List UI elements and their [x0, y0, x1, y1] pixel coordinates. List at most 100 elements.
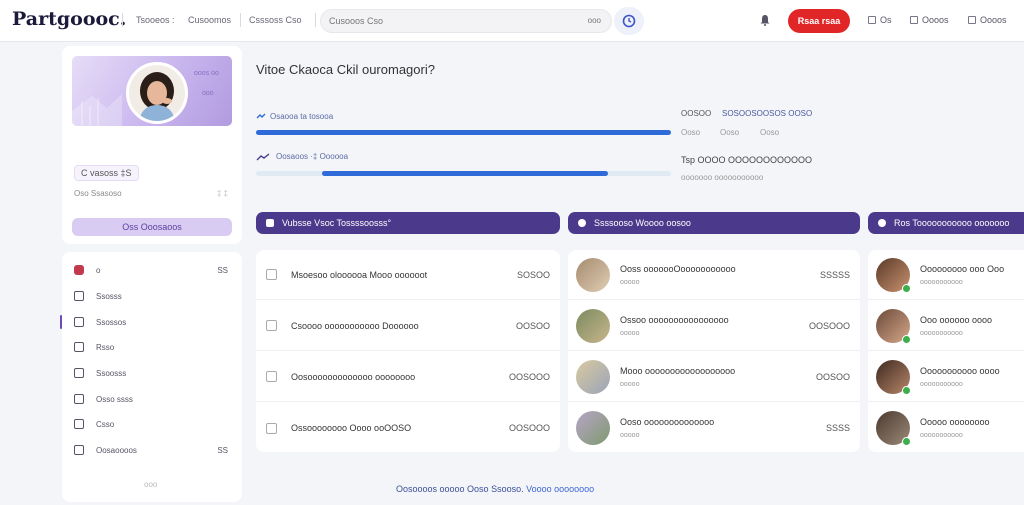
flask-icon	[266, 219, 274, 227]
progress-label-1: Osaooa ta tosooa	[270, 112, 334, 121]
table-row[interactable]: Csoooo ooooooooooo Doooooo OOSOO	[256, 301, 560, 351]
row-value: OOSOOO	[508, 371, 550, 382]
util-item-3[interactable]: Oooos	[968, 15, 1007, 25]
progress-bar-2	[256, 171, 671, 176]
item-value: SSSS	[825, 423, 850, 433]
util-label: Oooos	[980, 15, 1007, 25]
item-title: Ooss ooooooOooooooooooo	[620, 263, 736, 274]
online-status-dot	[902, 334, 911, 344]
nav-link-3[interactable]: Csssoss Cso	[249, 15, 302, 25]
footer-link[interactable]: Voooo oooooooo	[526, 484, 594, 494]
row-value: OOSOOO	[508, 423, 550, 433]
row-checkbox[interactable]	[266, 371, 277, 382]
sidebar-item-label: Ssosss	[96, 291, 122, 301]
stats-line-1b[interactable]: SOSOOSOOSOS OOSO	[722, 109, 812, 118]
item-value: OOSOO	[815, 371, 850, 382]
timer-button[interactable]	[614, 7, 644, 35]
progress-fill-2	[322, 171, 608, 176]
sidebar-item-2[interactable]: Ssosss	[74, 287, 234, 305]
sidebar-item-label: o	[96, 265, 101, 275]
nav-link-2[interactable]: Cusoomos	[188, 15, 231, 25]
sidebar-item-7[interactable]: Csso	[74, 415, 234, 433]
stats-tag-1: Ooso	[681, 128, 701, 137]
item-title: Mooo oooooooooooooooooo	[620, 365, 736, 376]
row-checkbox[interactable]	[266, 320, 277, 331]
column-header-activity[interactable]: Ssssooso Woooo oosoo	[568, 212, 860, 234]
top-bar: Partgoooc. Tsooeos : Cusoomos Csssoss Cs…	[0, 0, 1024, 42]
table-row[interactable]: Msoesoo oloooooa Mooo oooooot SOSOO	[256, 250, 560, 300]
column-title: Ssssooso Woooo oosoo	[594, 218, 691, 228]
list-item[interactable]: Ooso oooooooooooooo ooooo SSSS	[568, 403, 860, 453]
sidebar-item-6[interactable]: Osso ssss	[74, 390, 234, 408]
member-name: Ooooooooo ooo Ooo	[920, 263, 1005, 274]
column-title: Vubsse Vsoc Tossssoosss°	[282, 218, 392, 228]
sidebar-item-4[interactable]: Rsso	[74, 338, 234, 356]
progress-fill-1	[256, 130, 671, 135]
settings-icon	[74, 317, 84, 327]
folder-icon	[74, 419, 84, 429]
list-item[interactable]: Ossoo oooooooooooooooo ooooo OOSOOO	[568, 301, 860, 351]
profile-banner: ooos oo ooo	[72, 56, 232, 126]
search-input[interactable]	[329, 16, 549, 26]
util-label: Os	[880, 15, 892, 25]
profile-subtitle-right: ‡ ‡	[216, 189, 228, 198]
calendar-icon	[74, 394, 84, 404]
page-title: Vitoe Ckaoca Ckil ouromagori?	[256, 62, 435, 77]
table-row[interactable]: Ossoooooooo Oooo ooOOSO OOSOOO	[256, 403, 560, 453]
chart-icon	[74, 445, 84, 455]
row-checkbox[interactable]	[266, 269, 277, 280]
member-avatar	[876, 308, 911, 344]
row-text: Ossoooooooo Oooo ooOOSO	[291, 423, 412, 433]
member-avatar	[876, 411, 911, 446]
primary-cta-button[interactable]: Rsaa rsaa	[788, 9, 850, 33]
list-item[interactable]: Ooss ooooooOooooooooooo ooooo SSSSS	[568, 250, 860, 300]
online-status-dot	[902, 437, 911, 446]
footer-text: Oosoooos ooooo Ooso Ssooso. Voooo oooooo…	[396, 484, 594, 494]
member-role: ooooooooooo	[920, 380, 963, 388]
row-value: SOSOO	[516, 269, 550, 280]
table-row[interactable]: Oosooooooooooooo oooooooo OOSOOO	[256, 352, 560, 402]
member-avatar	[876, 257, 911, 293]
sidebar-item-count: SS	[217, 445, 228, 455]
stats-tag-2: Ooso	[720, 128, 740, 137]
search-bar[interactable]: ooo	[320, 9, 612, 33]
column-header-members[interactable]: Ros Tooooooooooo ooooooo	[868, 212, 1024, 234]
member-avatar	[876, 359, 911, 395]
home-icon	[74, 265, 84, 275]
list-item[interactable]: Mooo oooooooooooooooooo ooooo OOSOO	[568, 352, 860, 402]
profile-action-button[interactable]: Oss Ooosaoos	[72, 218, 232, 236]
util-item-2[interactable]: Oooos	[910, 15, 949, 25]
row-text: Msoesoo oloooooa Mooo oooooot	[291, 269, 428, 280]
online-status-dot	[902, 283, 911, 293]
tasks-card: Msoesoo oloooooa Mooo oooooot SOSOO Csoo…	[256, 250, 560, 452]
util-item-1[interactable]: Os	[868, 15, 892, 25]
sidebar-item-5[interactable]: Ssoosss	[74, 364, 234, 382]
list-item[interactable]: Ooooooooo ooo Ooo ooooooooooo	[868, 250, 1024, 300]
list-item[interactable]: Ooooooooooo oooo ooooooooooo	[868, 352, 1024, 402]
window-icon	[968, 16, 976, 24]
sidebar-item-count: SS	[217, 265, 228, 275]
sidebar-item-8[interactable]: Oosaoooos SS	[74, 441, 234, 459]
sidebar-item-label: Ssossos	[96, 317, 127, 327]
activity-card: Ooss ooooooOooooooooooo ooooo SSSSS Osso…	[568, 250, 860, 452]
member-name: Ooooo oooooooo	[920, 417, 990, 427]
profile-avatar[interactable]	[126, 62, 188, 124]
nav-link-1[interactable]: Tsooeos :	[136, 15, 175, 25]
member-role: ooooooooooo	[920, 329, 963, 337]
stats-line-4: ooooooo ooooooooooo	[681, 173, 764, 182]
bell-icon[interactable]	[759, 14, 771, 26]
row-checkbox[interactable]	[266, 422, 277, 434]
list-item[interactable]: Ooo oooooo oooo ooooooooooo	[868, 301, 1024, 351]
util-label: Oooos	[922, 15, 949, 25]
sidebar-item-3[interactable]: Ssossos	[74, 313, 234, 331]
trend-icon	[256, 153, 270, 161]
thumbnail-image	[576, 308, 610, 343]
progress-bar-1	[256, 130, 671, 135]
sidebar-item-1[interactable]: o SS	[74, 261, 234, 279]
member-name: Ooooooooooo oooo	[920, 365, 1000, 376]
list-item[interactable]: Ooooo oooooooo ooooooooooo	[868, 403, 1024, 453]
column-header-tasks[interactable]: Vubsse Vsoc Tossssoosss°	[256, 212, 560, 234]
thumbnail-image	[576, 411, 610, 445]
app-logo[interactable]: Partgoooc.	[12, 8, 126, 30]
stats-tag-3: Ooso	[760, 128, 780, 137]
